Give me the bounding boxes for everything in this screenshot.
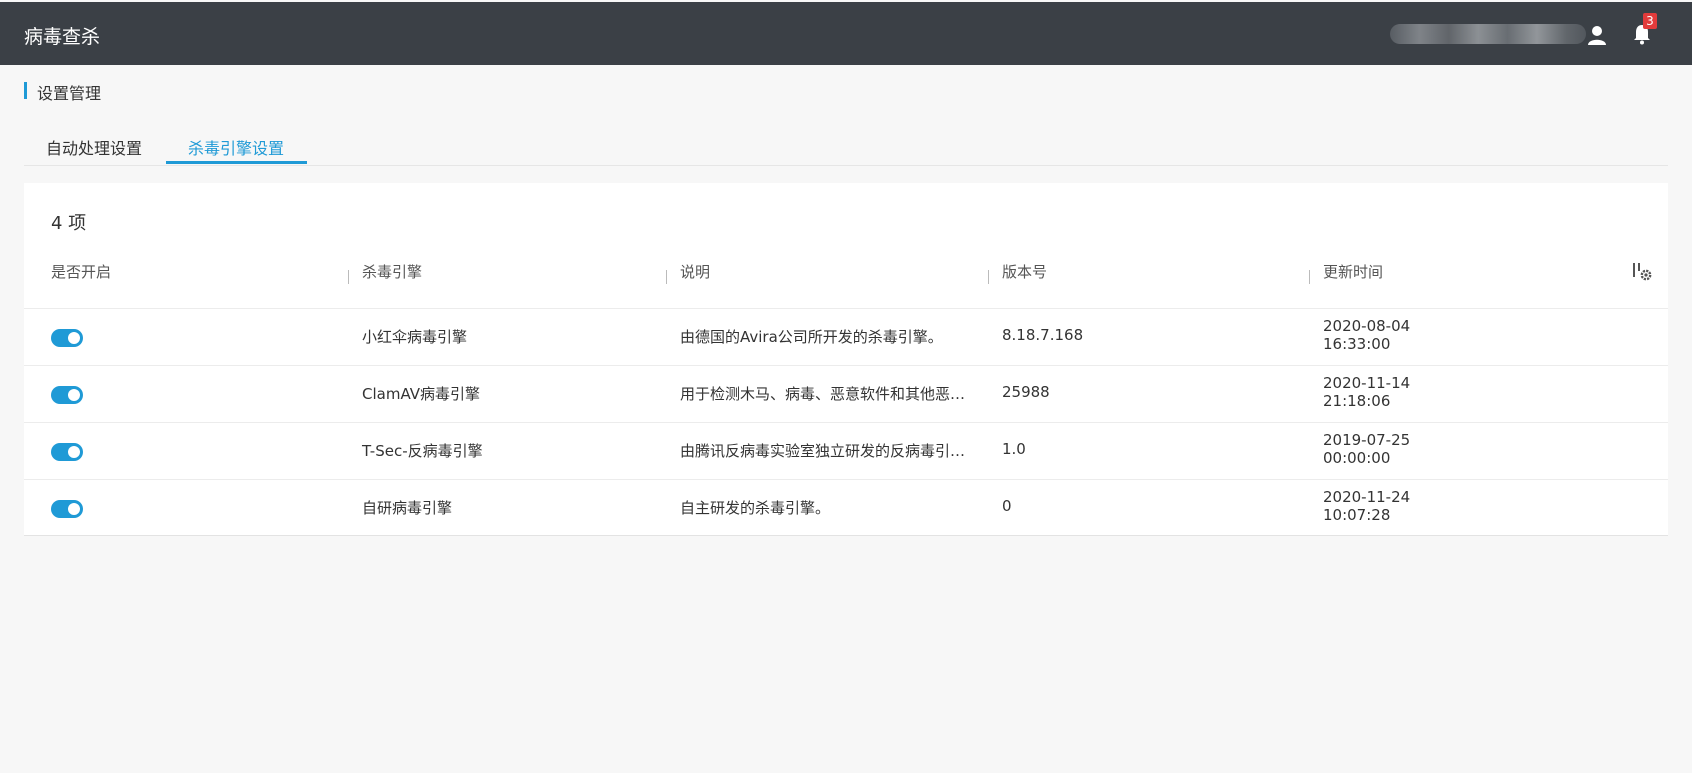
column-header-description[interactable]: 说明 [680,261,710,282]
user-icon[interactable] [1586,24,1608,46]
table-row: ClamAV病毒引擎 用于检测木马、病毒、恶意软件和其他恶意... 25988 … [24,365,1668,423]
notification-badge: 3 [1643,13,1657,29]
toggle-knob [68,332,80,344]
column-header-version[interactable]: 版本号 [1002,261,1047,282]
update-date: 2020-08-04 [1323,317,1411,335]
column-resizer[interactable] [988,270,989,284]
update-date: 2020-11-14 [1323,374,1411,392]
column-resizer[interactable] [348,270,349,284]
section-title: 设置管理 [37,84,102,103]
tab-antivirus-engine-settings[interactable]: 杀毒引擎设置 [188,135,284,159]
update-date: 2019-07-25 [1323,431,1411,449]
engine-name: T-Sec-反病毒引擎 [362,442,483,460]
update-time: 21:18:06 [1323,392,1391,410]
settings-tabs: 自动处理设置 杀毒引擎设置 [24,123,1668,166]
engine-enable-toggle[interactable] [51,500,83,518]
engine-version: 8.18.7.168 [1002,326,1084,344]
column-header-enabled[interactable]: 是否开启 [51,261,111,282]
active-tab-indicator [166,161,307,164]
top-bar: 病毒查杀 3 [0,2,1692,65]
update-date: 2020-11-24 [1323,488,1411,506]
table-row: 自研病毒引擎 自主研发的杀毒引擎。 0 2020-11-24 10:07:28 [24,479,1668,537]
engine-name: 自研病毒引擎 [362,499,453,517]
engine-description: 自主研发的杀毒引擎。 [680,499,831,517]
engine-table-card: 4 项 是否开启 杀毒引擎 说明 版本号 更新时间 小红伞病毒引擎 由德国的Av… [24,183,1668,536]
column-settings-icon[interactable] [1632,261,1654,283]
engine-version: 25988 [1002,383,1050,401]
toggle-knob [68,503,80,515]
update-time: 00:00:00 [1323,449,1391,467]
engine-enable-toggle[interactable] [51,443,83,461]
update-time: 10:07:28 [1323,506,1391,524]
engine-enable-toggle[interactable] [51,386,83,404]
table-row: 小红伞病毒引擎 由德国的Avira公司所开发的杀毒引擎。 8.18.7.168 … [24,308,1668,366]
engine-description: 由腾讯反病毒实验室独立研发的反病毒引擎。 [680,442,972,460]
engine-description: 用于检测木马、病毒、恶意软件和其他恶意... [680,385,972,403]
section-accent-bar [24,82,27,99]
username-blurred[interactable] [1390,24,1586,44]
engine-version: 1.0 [1002,440,1026,458]
tab-auto-process-settings[interactable]: 自动处理设置 [46,135,142,159]
engine-name: ClamAV病毒引擎 [362,385,481,403]
table-row: T-Sec-反病毒引擎 由腾讯反病毒实验室独立研发的反病毒引擎。 1.0 201… [24,422,1668,480]
app-title: 病毒查杀 [24,26,101,48]
engine-enable-toggle[interactable] [51,329,83,347]
engine-description: 由德国的Avira公司所开发的杀毒引擎。 [680,328,943,346]
toggle-knob [68,389,80,401]
column-header-engine[interactable]: 杀毒引擎 [362,261,422,282]
toggle-knob [68,446,80,458]
table-header: 是否开启 杀毒引擎 说明 版本号 更新时间 [24,261,1668,291]
column-resizer[interactable] [666,270,667,284]
column-header-update-time[interactable]: 更新时间 [1323,261,1383,282]
update-time: 16:33:00 [1323,335,1391,353]
column-resizer[interactable] [1309,270,1310,284]
engine-name: 小红伞病毒引擎 [362,328,468,346]
engine-version: 0 [1002,497,1012,515]
item-count: 4 项 [51,213,87,234]
